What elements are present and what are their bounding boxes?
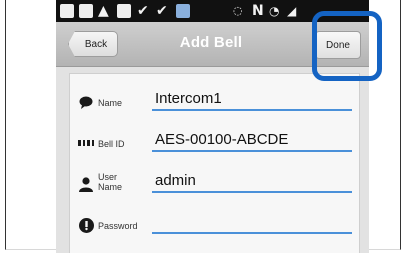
back-button[interactable]: Back <box>68 31 118 57</box>
page-title: Add Bell <box>179 34 243 51</box>
grid-icon <box>78 135 94 151</box>
bell-id-input[interactable]: AES-00100-ABCDE <box>152 128 352 152</box>
password-label: Password <box>98 221 138 231</box>
user-name-value: admin <box>155 172 196 189</box>
name-row: Name Intercom1 <box>70 80 359 120</box>
chat-bubble-icon <box>78 94 94 110</box>
image-icon <box>79 4 93 18</box>
done-highlight-box <box>312 11 382 81</box>
password-row: Password <box>70 203 359 243</box>
user-name-input[interactable]: admin <box>152 169 352 193</box>
add-box-icon <box>60 4 74 18</box>
key-icon <box>78 217 94 233</box>
signal-icon: ◢ <box>287 4 297 18</box>
check-icon: ✔ <box>137 3 149 19</box>
add-bell-form: Name Intercom1 Bell ID AES-00100-ABCDE U… <box>69 73 360 253</box>
name-value: Intercom1 <box>155 90 222 107</box>
password-input[interactable] <box>152 210 352 234</box>
person-icon <box>78 176 94 192</box>
bell-id-row: Bell ID AES-00100-ABCDE <box>70 121 359 161</box>
user-name-row: User Name admin <box>70 162 359 202</box>
wifi-icon: ◔ <box>269 4 280 18</box>
user-name-label-line1: User <box>98 172 118 182</box>
name-label: Name <box>98 98 123 108</box>
app-icon <box>176 4 190 18</box>
vibrate-icon: ◌ <box>233 4 243 17</box>
nfc-icon: N <box>252 3 264 19</box>
user-name-label-line2: Name <box>98 182 123 192</box>
user-name-label: User Name <box>98 172 122 192</box>
check-icon: ✔ <box>156 3 168 19</box>
name-input[interactable]: Intercom1 <box>152 87 352 111</box>
warning-icon: ▲ <box>98 3 109 19</box>
bell-id-label: Bell ID <box>98 139 125 149</box>
linkedin-icon <box>117 4 131 18</box>
bell-id-value: AES-00100-ABCDE <box>155 131 289 148</box>
